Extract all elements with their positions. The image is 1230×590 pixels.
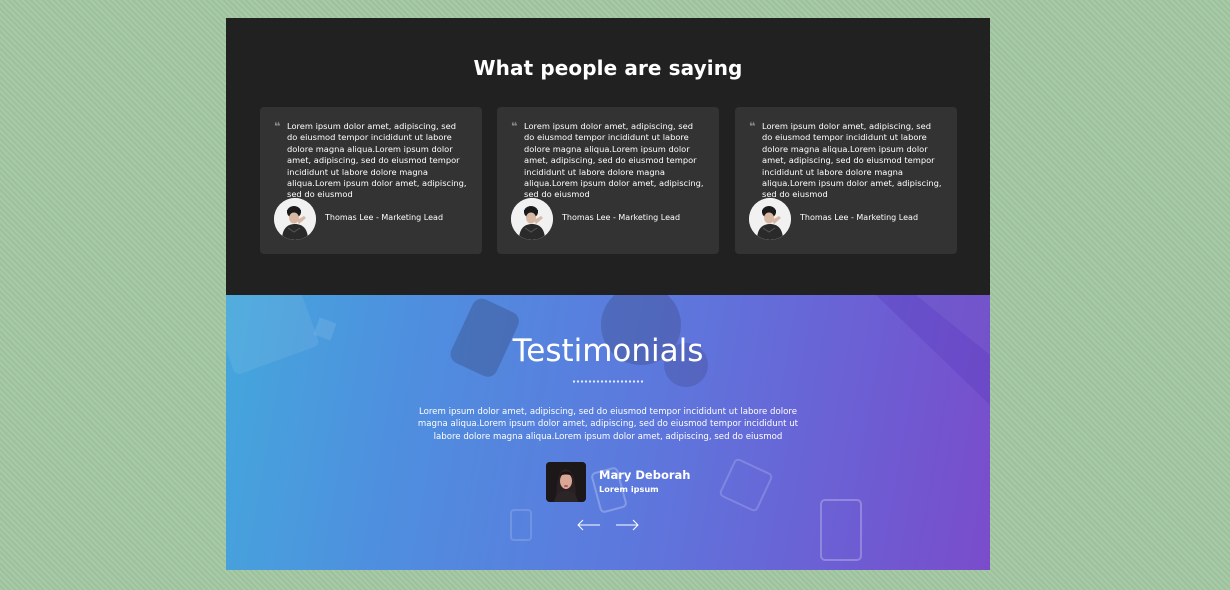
testimonial-quote: Lorem ipsum dolor amet, adipiscing, sed …	[417, 407, 799, 442]
testimonial-text: Lorem ipsum dolor amet, adipiscing, sed …	[524, 121, 704, 200]
person-avatar-icon	[274, 198, 316, 240]
testimonial-card: ❝ Lorem ipsum dolor amet, adipiscing, se…	[260, 107, 482, 254]
author-label: Thomas Lee - Marketing Lead	[800, 213, 919, 222]
heading-underline	[572, 380, 644, 383]
page-frame: What people are saying ❝ Lorem ipsum dol…	[226, 18, 990, 570]
section-title: What people are saying	[473, 56, 743, 80]
quote-icon: ❝	[511, 120, 518, 133]
testimonial-text: Lorem ipsum dolor amet, adipiscing, sed …	[762, 121, 942, 200]
avatar	[749, 198, 791, 240]
avatar	[546, 462, 586, 502]
testimonials-heading: Testimonials	[512, 333, 704, 369]
testimonial-text: Lorem ipsum dolor amet, adipiscing, sed …	[287, 121, 467, 200]
person-photo-icon	[546, 462, 586, 502]
testimonial-card: ❝ Lorem ipsum dolor amet, adipiscing, se…	[497, 107, 719, 254]
quote-icon: ❝	[749, 120, 756, 133]
person-avatar-icon	[749, 198, 791, 240]
testimonial-card: ❝ Lorem ipsum dolor amet, adipiscing, se…	[735, 107, 957, 254]
testimonial-cards-section: What people are saying ❝ Lorem ipsum dol…	[226, 18, 990, 295]
next-button[interactable]	[614, 517, 640, 531]
avatar	[511, 198, 553, 240]
quote-icon: ❝	[274, 120, 281, 133]
person-avatar-icon	[511, 198, 553, 240]
author-label: Thomas Lee - Marketing Lead	[325, 213, 444, 222]
testimonial-slider-section: Testimonials Lorem ipsum dolor amet, adi…	[226, 295, 990, 570]
arrow-right-icon	[616, 519, 639, 531]
person-name: Mary Deborah	[599, 468, 691, 482]
arrow-left-icon	[577, 519, 600, 531]
prev-button[interactable]	[576, 517, 602, 531]
person-role: Lorem ipsum	[599, 484, 659, 494]
avatar	[274, 198, 316, 240]
author-label: Thomas Lee - Marketing Lead	[562, 213, 681, 222]
